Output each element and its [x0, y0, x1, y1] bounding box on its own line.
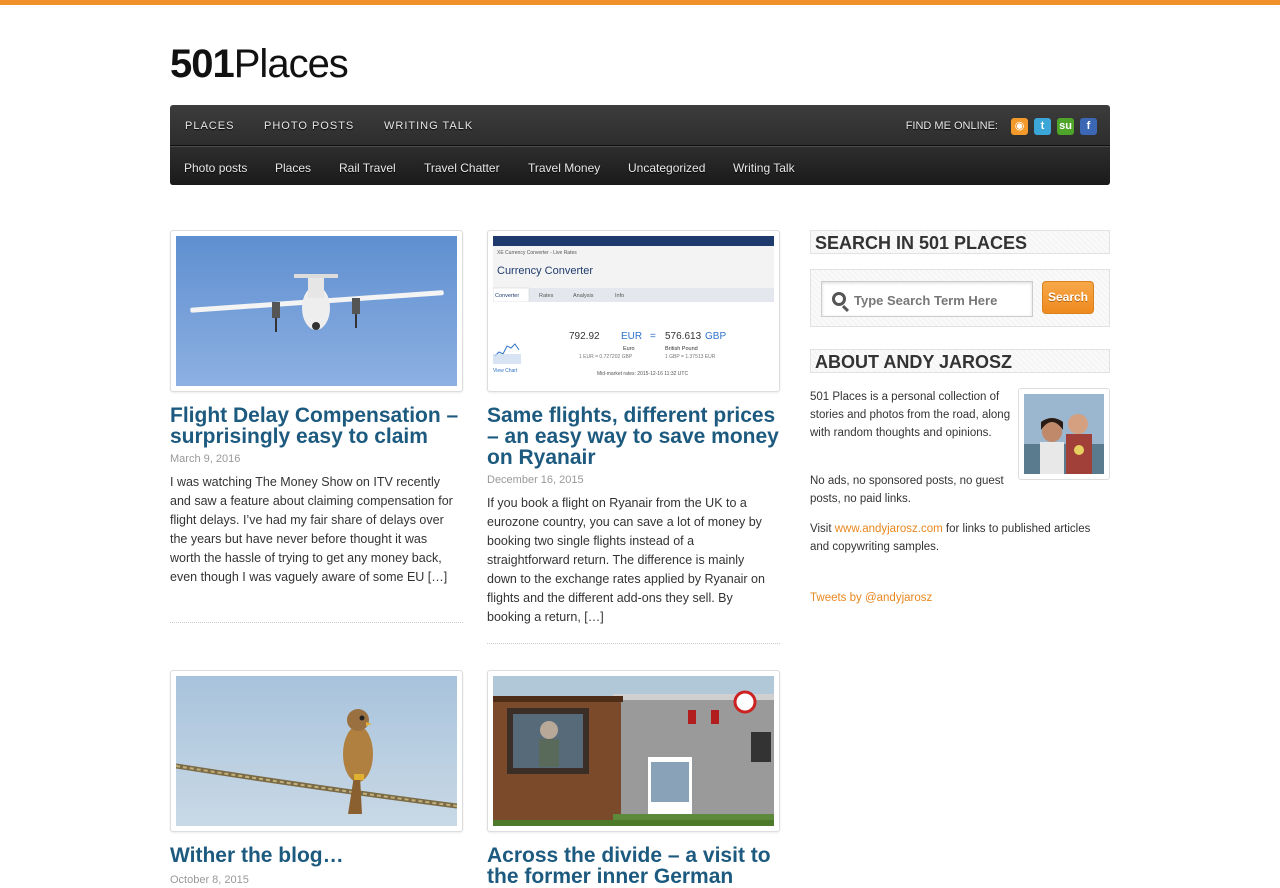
primary-nav-row: Places Photo Posts Writing Talk FIND ME …: [170, 105, 1110, 146]
category-nav-row: Photo posts Places Rail Travel Travel Ch…: [170, 146, 1110, 185]
author-photo: [1024, 394, 1104, 474]
category-writing-talk[interactable]: Writing Talk: [733, 161, 795, 175]
screenshot-currency-from: EUR: [621, 331, 642, 342]
find-me-online-label: FIND ME ONLINE:: [905, 120, 998, 132]
screenshot-view-chart: View Chart: [493, 368, 518, 374]
visit-prefix: Visit: [810, 523, 835, 535]
about-policy: No ads, no sponsored posts, no guest pos…: [810, 475, 1004, 505]
screenshot-amount-to: 576.613: [665, 331, 702, 342]
search-widget-title: Search in 501 Places: [810, 230, 1110, 254]
post-title[interactable]: Same flights, different prices – an easy…: [487, 405, 780, 468]
search-input[interactable]: [854, 290, 1024, 310]
post-divider: [487, 643, 780, 644]
author-photo-frame: [1018, 388, 1110, 480]
screenshot-title: Currency Converter: [497, 265, 593, 277]
rss-icon[interactable]: ◉: [1011, 118, 1028, 135]
post-title[interactable]: Flight Delay Compensation – surprisingly…: [170, 405, 463, 447]
screenshot-tab: Converter: [495, 293, 519, 299]
screenshot-amount-from: 792.92: [569, 331, 600, 342]
tweets-link[interactable]: Tweets by @andyjarosz: [810, 589, 932, 607]
post-thumbnail-guard-hut[interactable]: [493, 676, 774, 826]
post-thumbnail-airplane[interactable]: [176, 236, 457, 386]
stumbleupon-icon[interactable]: su: [1057, 118, 1074, 135]
site-logo[interactable]: 501Places: [170, 42, 349, 86]
logo-number: 501: [170, 42, 235, 86]
post-date: October 8, 2015: [170, 874, 249, 886]
post-date: March 9, 2016: [170, 453, 241, 465]
author-website-link[interactable]: www.andyjarosz.com: [835, 523, 943, 535]
category-uncategorized[interactable]: Uncategorized: [628, 161, 705, 175]
search-field: [821, 281, 1033, 317]
post-excerpt: If you book a flight on Ryanair from the…: [487, 496, 765, 624]
screenshot-header: XE Currency Converter - Live Rates: [497, 250, 577, 256]
category-travel-chatter[interactable]: Travel Chatter: [424, 161, 500, 175]
logo-word: Places: [233, 42, 349, 86]
screenshot-tab: Rates: [539, 293, 554, 299]
post-title[interactable]: Across the divide – a visit to the forme…: [487, 845, 780, 887]
category-places[interactable]: Places: [275, 161, 311, 175]
svg-text:=: =: [650, 331, 656, 342]
category-rail-travel[interactable]: Rail Travel: [339, 161, 396, 175]
about-widget-title: About Andy Jarosz: [810, 349, 1110, 373]
screenshot-tab: Analysis: [573, 293, 594, 299]
post-excerpt: I was watching The Money Show on ITV rec…: [170, 475, 453, 584]
post-thumbnail-frame[interactable]: XE Currency Converter - Live Rates Curre…: [487, 230, 780, 392]
post-thumbnail-currency-converter[interactable]: XE Currency Converter - Live Rates Curre…: [493, 236, 774, 386]
screenshot-currency-to: GBP: [705, 331, 726, 342]
search-widget: Search: [810, 269, 1110, 327]
screenshot-rate-from: 1 EUR = 0.727202 GBP: [579, 354, 633, 360]
facebook-icon[interactable]: f: [1080, 118, 1097, 135]
nav-item-writing-talk[interactable]: Writing Talk: [384, 120, 473, 132]
post-thumbnail-frame[interactable]: [170, 670, 463, 832]
screenshot-mid-rates: Mid-market rates: 2015-12-16 11:32 UTC: [597, 371, 688, 377]
twitter-icon[interactable]: t: [1034, 118, 1051, 135]
screenshot-name-from: Euro: [623, 346, 635, 352]
nav-item-places[interactable]: Places: [185, 120, 234, 132]
post-thumbnail-kestrel[interactable]: [176, 676, 457, 826]
nav-item-photo-posts[interactable]: Photo Posts: [264, 120, 354, 132]
post-title[interactable]: Wither the blog…: [170, 845, 463, 866]
post-thumbnail-frame[interactable]: [487, 670, 780, 832]
category-travel-money[interactable]: Travel Money: [528, 161, 600, 175]
category-photo-posts[interactable]: Photo posts: [184, 161, 247, 175]
search-button[interactable]: Search: [1042, 281, 1094, 314]
post-divider: [170, 622, 463, 623]
about-visit-text: Visit www.andyjarosz.com for links to pu…: [810, 520, 1110, 556]
screenshot-name-to: British Pound: [665, 346, 698, 352]
post-thumbnail-frame[interactable]: [170, 230, 463, 392]
screenshot-rate-to: 1 GBP = 1.37513 EUR: [665, 354, 716, 360]
main-navigation: Places Photo Posts Writing Talk FIND ME …: [170, 105, 1110, 185]
search-icon: [832, 292, 846, 306]
about-description: 501 Places is a personal collection of s…: [810, 391, 1011, 439]
post-date: December 16, 2015: [487, 474, 584, 486]
top-accent-bar: [0, 0, 1280, 5]
screenshot-tab: Info: [615, 293, 624, 299]
